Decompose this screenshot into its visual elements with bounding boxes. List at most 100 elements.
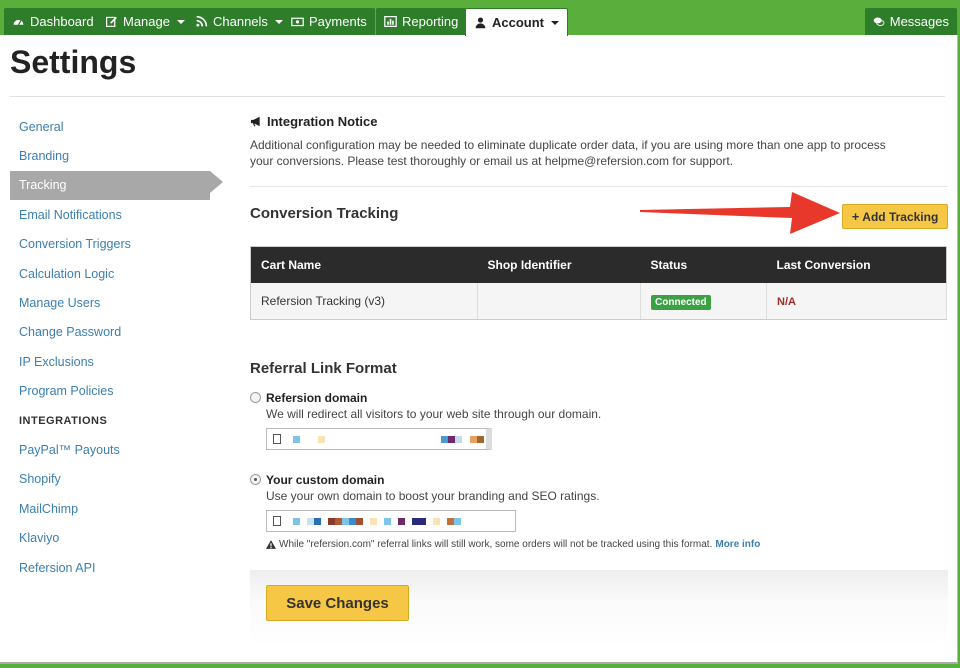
sidebar-heading-integrations: INTEGRATIONS [19, 414, 108, 427]
sidebar-item-branding[interactable]: Branding [10, 141, 225, 170]
last-conversion-value: N/A [777, 295, 796, 308]
sidebar-item-paypal-payouts[interactable]: PayPal™ Payouts [10, 435, 225, 464]
sidebar-item-klaviyo[interactable]: Klaviyo [10, 523, 225, 552]
tab-reporting[interactable]: Reporting [376, 8, 467, 35]
tab-dashboard[interactable]: Dashboard [4, 8, 102, 35]
notice-title-text: Integration Notice [267, 114, 378, 129]
sidebar-item-email-notifications[interactable]: Email Notifications [10, 200, 225, 229]
sidebar: General Branding Tracking Email Notifica… [10, 112, 225, 582]
redacted-pixel [342, 517, 349, 525]
chat-icon [873, 17, 885, 26]
messages-button[interactable]: Messages [865, 8, 957, 35]
redacted-pixel [293, 435, 300, 443]
tab-account[interactable]: Account [465, 8, 568, 36]
redacted-pixel [318, 435, 325, 443]
chevron-down-icon [551, 20, 559, 25]
redacted-pixel [419, 517, 426, 525]
sidebar-item-conversion-triggers[interactable]: Conversion Triggers [10, 230, 225, 259]
status-badge: Connected [651, 294, 711, 310]
redacted-pixel [412, 517, 419, 525]
shop-identifier-cell [477, 282, 641, 320]
redacted-pixel [349, 517, 356, 525]
redacted-pixel [455, 435, 462, 443]
chevron-down-icon [274, 19, 283, 24]
plus-icon: + [851, 209, 860, 224]
form-footer: Save Changes [250, 570, 948, 648]
red-arrow-annotation [640, 192, 840, 234]
tab-label: Manage [123, 14, 170, 29]
custom-domain-label[interactable]: Your custom domain [266, 473, 384, 487]
tab-label: Reporting [402, 14, 459, 29]
table-header-row: Cart Name Shop Identifier Status Last Co… [250, 246, 947, 283]
redacted-pixel [307, 517, 314, 525]
sidebar-item-change-password[interactable]: Change Password [10, 318, 225, 347]
column-header-shop-identifier: Shop Identifier [477, 246, 641, 283]
sidebar-item-refersion-api[interactable]: Refersion API [10, 553, 225, 582]
conversion-tracking-title: Conversion Tracking [250, 205, 399, 222]
tracking-table: Cart Name Shop Identifier Status Last Co… [250, 246, 947, 320]
sidebar-item-ip-exclusions[interactable]: IP Exclusions [10, 347, 225, 376]
tab-manage[interactable]: Manage [97, 8, 193, 35]
redacted-pixel [454, 517, 461, 525]
redacted-pixel [441, 435, 448, 443]
megaphone-icon [251, 116, 260, 127]
last-conversion-cell: N/A [766, 282, 947, 320]
warning-icon [266, 540, 276, 549]
refersion-domain-description: We will redirect all visitors to your we… [266, 407, 602, 421]
notice-body: Additional configuration may be needed t… [250, 138, 886, 168]
tab-payments[interactable]: Payments [283, 8, 375, 35]
column-header-status: Status [640, 246, 767, 283]
sidebar-item-calculation-logic[interactable]: Calculation Logic [10, 259, 225, 288]
document-icon [273, 516, 281, 526]
redacted-pixel [448, 435, 455, 443]
redacted-pixel [477, 435, 484, 443]
save-changes-button[interactable]: Save Changes [266, 585, 409, 621]
tab-channels[interactable]: Channels [187, 8, 291, 35]
redacted-pixel [398, 517, 405, 525]
referral-link-format-title: Referral Link Format [250, 360, 397, 377]
user-icon [475, 17, 486, 29]
redacted-pixel [328, 517, 335, 525]
sidebar-item-manage-users[interactable]: Manage Users [10, 288, 225, 317]
sidebar-item-shopify[interactable]: Shopify [10, 465, 225, 494]
redacted-pixel [470, 435, 477, 443]
tab-label: Account [492, 15, 544, 30]
refersion-domain-radio[interactable] [250, 392, 261, 403]
divider [250, 186, 948, 187]
document-icon [273, 434, 281, 444]
custom-domain-description: Use your own domain to boost your brandi… [266, 489, 600, 503]
warning-text: While "refersion.com" referral links wil… [279, 539, 713, 550]
custom-domain-radio[interactable] [250, 474, 261, 485]
redacted-pixel [335, 517, 342, 525]
tab-label: Payments [309, 14, 367, 29]
sidebar-item-general[interactable]: General [10, 112, 225, 141]
more-info-link[interactable]: More info [715, 539, 760, 550]
money-icon [291, 17, 304, 27]
page-title: Settings [10, 44, 137, 80]
sidebar-item-mailchimp[interactable]: MailChimp [10, 494, 225, 523]
divider [10, 96, 945, 97]
refersion-domain-url-field[interactable] [266, 428, 492, 450]
sidebar-item-tracking[interactable]: Tracking [10, 170, 223, 201]
table-row[interactable]: Refersion Tracking (v3) Connected N/A [250, 282, 947, 320]
top-nav: Dashboard Manage Channels Payments Repor… [0, 0, 960, 36]
column-header-last-conversion: Last Conversion [766, 246, 947, 283]
tab-label: Dashboard [30, 14, 94, 29]
redacted-pixel [293, 517, 300, 525]
redacted-pixel [356, 517, 363, 525]
chevron-down-icon [176, 19, 185, 24]
column-header-cart-name: Cart Name [250, 246, 478, 283]
tab-label: Messages [889, 14, 949, 29]
custom-domain-url-field[interactable] [266, 510, 516, 532]
dashboard-icon [13, 19, 24, 26]
app-frame: Dashboard Manage Channels Payments Repor… [0, 0, 960, 664]
refersion-domain-label[interactable]: Refersion domain [266, 391, 367, 405]
redacted-pixel [433, 517, 440, 525]
redacted-pixel [384, 517, 391, 525]
add-tracking-button[interactable]: + Add Tracking [842, 204, 948, 229]
redacted-pixel [314, 517, 321, 525]
tab-label: Channels [213, 14, 268, 29]
domain-warning: While "refersion.com" referral links wil… [266, 539, 760, 550]
chart-icon [384, 16, 397, 27]
sidebar-item-program-policies[interactable]: Program Policies [10, 377, 225, 406]
